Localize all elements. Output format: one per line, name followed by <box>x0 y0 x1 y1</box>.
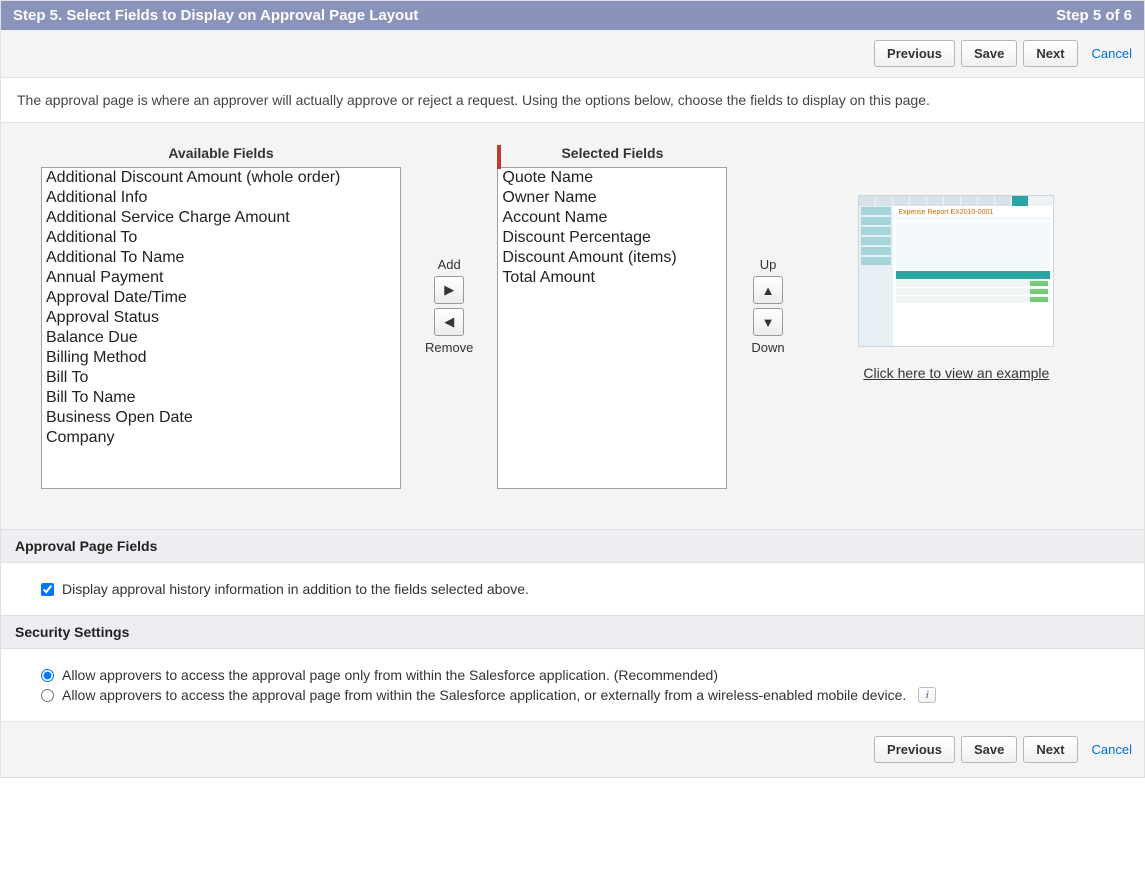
required-indicator-icon <box>497 145 501 169</box>
list-item[interactable]: Additional To <box>42 228 400 248</box>
security-option-1-row[interactable]: Allow approvers to access the approval p… <box>41 667 1104 683</box>
security-settings-header: Security Settings <box>1 615 1144 649</box>
selected-fields-label: Selected Fields <box>497 145 727 161</box>
list-item[interactable]: Business Open Date <box>42 408 400 428</box>
info-icon[interactable]: i <box>918 687 936 703</box>
list-item[interactable]: Owner Name <box>498 188 726 208</box>
up-label: Up <box>760 257 777 272</box>
security-option-1-label: Allow approvers to access the approval p… <box>62 667 718 683</box>
list-item[interactable]: Additional Service Charge Amount <box>42 208 400 228</box>
available-fields-listbox[interactable]: Additional Discount Amount (whole order)… <box>41 167 401 489</box>
arrow-down-icon: ▼ <box>762 315 775 330</box>
add-remove-controls: Add ▶ ◀ Remove <box>425 255 473 357</box>
list-item[interactable]: Additional Info <box>42 188 400 208</box>
save-button-bottom[interactable]: Save <box>961 736 1017 763</box>
previous-button-bottom[interactable]: Previous <box>874 736 955 763</box>
display-history-checkbox[interactable] <box>41 583 54 596</box>
list-item[interactable]: Additional To Name <box>42 248 400 268</box>
arrow-up-icon: ▲ <box>762 283 775 298</box>
step-counter: Step 5 of 6 <box>1056 7 1132 24</box>
display-history-row[interactable]: Display approval history information in … <box>41 581 1104 597</box>
list-item[interactable]: Company <box>42 428 400 448</box>
arrow-right-icon: ▶ <box>444 282 454 298</box>
list-item[interactable]: Discount Amount (items) <box>498 248 726 268</box>
view-example-link[interactable]: Click here to view an example <box>863 365 1049 381</box>
list-item[interactable]: Approval Status <box>42 308 400 328</box>
reorder-controls: Up ▲ ▼ Down <box>751 255 784 357</box>
security-option-2-row[interactable]: Allow approvers to access the approval p… <box>41 687 1104 703</box>
remove-label: Remove <box>425 340 473 355</box>
list-item[interactable]: Approval Date/Time <box>42 288 400 308</box>
approval-page-fields-header: Approval Page Fields <box>1 529 1144 563</box>
arrow-left-icon: ◀ <box>444 314 454 330</box>
security-option-2-radio[interactable] <box>41 689 54 702</box>
list-item[interactable]: Bill To <box>42 368 400 388</box>
list-item[interactable]: Balance Due <box>42 328 400 348</box>
example-thumbnail[interactable]: Expense Report EX2010-0001 <box>858 195 1054 347</box>
list-item[interactable]: Discount Percentage <box>498 228 726 248</box>
cancel-link[interactable]: Cancel <box>1092 46 1132 61</box>
bottom-toolbar: Previous Save Next Cancel <box>1 721 1144 777</box>
down-label: Down <box>751 340 784 355</box>
security-settings-body: Allow approvers to access the approval p… <box>1 649 1144 721</box>
list-item[interactable]: Quote Name <box>498 168 726 188</box>
intro-text: The approval page is where an approver w… <box>1 78 1144 123</box>
available-fields-label: Available Fields <box>168 145 273 161</box>
save-button[interactable]: Save <box>961 40 1017 67</box>
top-toolbar: Previous Save Next Cancel <box>1 30 1144 78</box>
cancel-link-bottom[interactable]: Cancel <box>1092 742 1132 757</box>
list-item[interactable]: Total Amount <box>498 268 726 288</box>
remove-button[interactable]: ◀ <box>434 308 464 336</box>
dual-list-picker: Available Fields Additional Discount Amo… <box>1 123 1144 529</box>
list-item[interactable]: Annual Payment <box>42 268 400 288</box>
next-button-bottom[interactable]: Next <box>1023 736 1077 763</box>
list-item[interactable]: Additional Discount Amount (whole order) <box>42 168 400 188</box>
list-item[interactable]: Billing Method <box>42 348 400 368</box>
display-history-label: Display approval history information in … <box>62 581 529 597</box>
add-button[interactable]: ▶ <box>434 276 464 304</box>
list-item[interactable]: Account Name <box>498 208 726 228</box>
add-label: Add <box>438 257 461 272</box>
approval-page-fields-body: Display approval history information in … <box>1 563 1144 615</box>
move-down-button[interactable]: ▼ <box>753 308 783 336</box>
wizard-page: Step 5. Select Fields to Display on Appr… <box>0 0 1145 778</box>
security-option-2-label: Allow approvers to access the approval p… <box>62 687 906 703</box>
security-option-1-radio[interactable] <box>41 669 54 682</box>
next-button[interactable]: Next <box>1023 40 1077 67</box>
step-title: Step 5. Select Fields to Display on Appr… <box>13 7 418 24</box>
previous-button[interactable]: Previous <box>874 40 955 67</box>
move-up-button[interactable]: ▲ <box>753 276 783 304</box>
selected-fields-listbox[interactable]: Quote NameOwner NameAccount NameDiscount… <box>497 167 727 489</box>
selected-column: Selected Fields Quote NameOwner NameAcco… <box>497 145 727 489</box>
available-column: Available Fields Additional Discount Amo… <box>41 145 401 489</box>
list-item[interactable]: Bill To Name <box>42 388 400 408</box>
example-column: Expense Report EX2010-0001 Click here to… <box>809 195 1104 381</box>
step-header: Step 5. Select Fields to Display on Appr… <box>1 1 1144 30</box>
